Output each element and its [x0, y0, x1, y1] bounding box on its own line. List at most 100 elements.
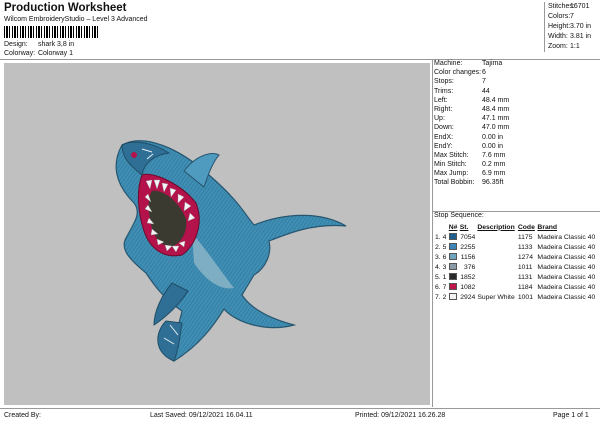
info-value: 7 — [482, 78, 486, 86]
thread-code: 1184 — [517, 283, 533, 291]
thread-description — [476, 242, 517, 252]
colorway-row: Colorway: Colorway 1 — [4, 50, 73, 57]
thread-color-swatch — [448, 283, 457, 291]
info-row: Right: 48.4 mm — [434, 105, 598, 114]
summary-value: 16701 — [570, 3, 590, 10]
sequence-row: 7. 2 2924 Super White 1001 Madeira Classic 4… — [434, 292, 598, 302]
stitch-count: 2255 — [460, 243, 476, 251]
needle-number: 4 — [442, 233, 447, 241]
machine-info-panel: Machine: Tajima Color changes: 6 Stops: 7 Trim… — [434, 59, 598, 188]
sequence-index: 1. — [435, 233, 441, 241]
info-key: Max Jump: — [434, 170, 469, 178]
thread-color-swatch — [448, 273, 457, 281]
design-preview — [4, 63, 430, 405]
summary-value: 1:1 — [570, 43, 580, 50]
summary-key: Stitches: — [548, 3, 575, 10]
stop-sequence-table: N# St. Description Code Brand 1. 4 7054 1175 Ma… — [434, 222, 598, 302]
summary-key: Width: — [548, 33, 568, 40]
info-row: Down: 47.0 mm — [434, 123, 598, 132]
thread-code: 1131 — [517, 273, 533, 281]
sequence-column-header: N# — [448, 223, 458, 231]
summary-key: Colors: — [548, 13, 571, 20]
sequence-index: 5. — [435, 273, 441, 281]
info-row: Total Bobbin: 96.35ft — [434, 178, 598, 187]
info-value: 44 — [482, 87, 490, 95]
needle-number: 2 — [442, 293, 447, 301]
thread-color-swatch — [448, 243, 457, 251]
thread-code: 1133 — [517, 243, 533, 251]
sequence-column-header — [434, 222, 448, 232]
info-value: 0.2 mm — [482, 161, 506, 169]
colorway-value: Colorway 1 — [37, 50, 73, 57]
summary-value: 7 — [570, 13, 574, 20]
info-row: Up: 47.1 mm — [434, 114, 598, 123]
shark-embroidery-image — [115, 140, 347, 363]
sequence-row: 4. 3 376 1011 Madeira Classic 40 — [434, 262, 598, 272]
info-key: Total Bobbin: — [434, 179, 475, 187]
thread-code: 1011 — [517, 263, 533, 271]
sequence-column-header: Description — [477, 223, 515, 231]
summary-value: 3.81 in — [570, 33, 592, 40]
info-value: Tajima — [482, 60, 503, 67]
thread-brand: Madeira Classic 40 — [537, 293, 596, 301]
thread-code: 1175 — [517, 233, 533, 241]
info-value: 6 — [482, 69, 486, 77]
info-value: 6.9 mm — [482, 170, 506, 178]
info-row: Max Stitch: 7.6 mm — [434, 151, 598, 160]
thread-description — [476, 262, 517, 272]
info-value: 48.4 mm — [482, 105, 510, 113]
sequence-row: 5. 1 1852 1131 Madeira Classic 40 — [434, 272, 598, 282]
needle-number: 1 — [442, 273, 447, 281]
info-row: Stops: 7 — [434, 77, 598, 86]
sequence-index: 3. — [435, 253, 441, 261]
stop-sequence-title: Stop Sequence: — [434, 212, 484, 219]
info-value: 96.35ft — [482, 179, 504, 187]
info-key: Right: — [434, 105, 453, 113]
info-value: 0.00 in — [482, 142, 504, 150]
summary-row: Width: 3.81 in — [548, 32, 598, 42]
sequence-row: 2. 5 2255 1133 Madeira Classic 40 — [434, 242, 598, 252]
info-value: 47.0 mm — [482, 124, 510, 132]
sequence-index: 7. — [435, 293, 441, 301]
thread-color-swatch — [448, 233, 457, 241]
summary-panel: Stitches: 16701 Colors: 7 Height: 3.70 in Widt… — [544, 2, 598, 52]
thread-description — [476, 272, 517, 282]
info-row: Trims: 44 — [434, 87, 598, 96]
summary-row: Colors: 7 — [548, 12, 598, 22]
info-key: Trims: — [434, 87, 454, 95]
thread-brand: Madeira Classic 40 — [537, 263, 596, 271]
thread-description — [476, 282, 517, 292]
needle-number: 5 — [442, 243, 447, 251]
colorway-label: Colorway: — [4, 50, 36, 57]
info-key: Left: — [434, 96, 448, 104]
info-row: Max Jump: 6.9 mm — [434, 169, 598, 178]
summary-value: 3.70 in — [570, 23, 592, 30]
summary-key: Height: — [548, 23, 571, 30]
info-key: EndY: — [434, 142, 453, 150]
last-saved: Last Saved: 09/12/2021 16.04.11 — [150, 412, 253, 419]
stitch-count: 1082 — [460, 283, 476, 291]
sequence-row: 1. 4 7054 1175 Madeira Classic 40 — [434, 232, 598, 242]
stop-sequence-header: N# St. Description Code Brand — [434, 222, 598, 232]
info-row: Min Stitch: 0.2 mm — [434, 160, 598, 169]
divider-bottom — [0, 408, 600, 409]
printed-date: Printed: 09/12/2021 16.26.28 — [355, 412, 446, 419]
thread-brand: Madeira Classic 40 — [537, 253, 596, 261]
thread-brand: Madeira Classic 40 — [537, 273, 596, 281]
thread-code: 1001 — [517, 293, 533, 301]
page-number: Page 1 of 1 — [553, 412, 589, 419]
thread-brand: Madeira Classic 40 — [537, 243, 596, 251]
info-key: Stops: — [434, 78, 454, 86]
sequence-column-header: Brand — [537, 223, 558, 231]
needle-number: 7 — [442, 283, 447, 291]
sequence-index: 2. — [435, 243, 441, 251]
thread-brand: Madeira Classic 40 — [537, 283, 596, 291]
thread-color-swatch — [448, 253, 457, 261]
summary-key: Zoom: — [548, 43, 568, 50]
stitch-count: 1156 — [460, 253, 476, 261]
thread-description — [476, 232, 517, 242]
info-row: Machine: Tajima — [434, 59, 598, 68]
info-value: 47.1 mm — [482, 115, 510, 123]
stitch-count: 2924 — [460, 293, 476, 301]
stitch-count: 376 — [463, 263, 476, 271]
